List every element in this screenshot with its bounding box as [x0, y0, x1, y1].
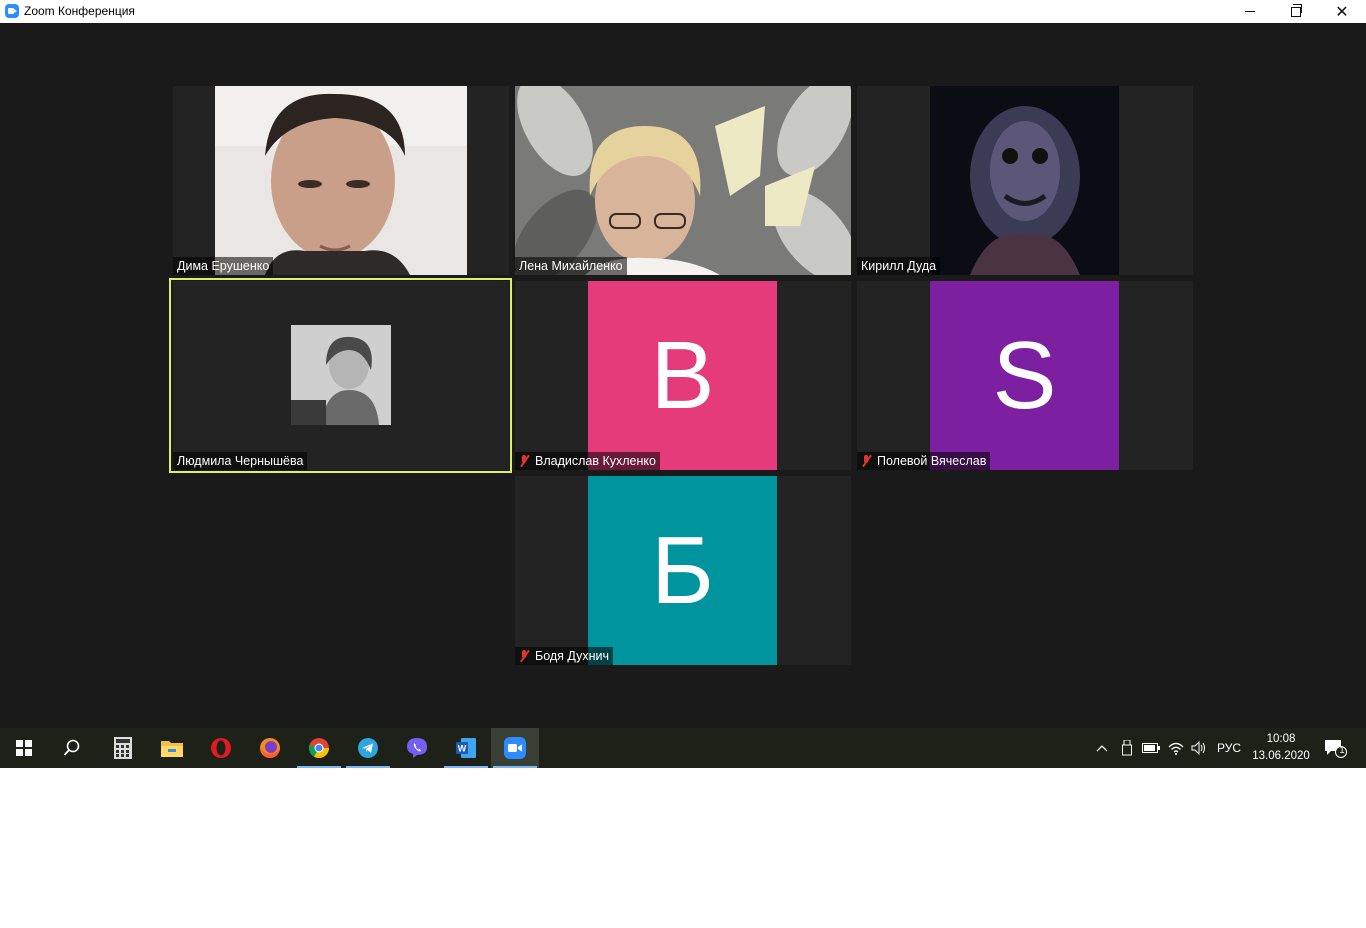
participant-tile[interactable]: Кирилл Дуда — [857, 86, 1193, 275]
participant-tile[interactable]: Людмила Чернышёва — [173, 281, 509, 470]
zoom-icon[interactable] — [491, 728, 539, 768]
title-bar: Zoom Конференция ✕ — [0, 0, 1366, 23]
participant-name: Бодя Духнич — [515, 647, 614, 665]
participant-name-text: Кирилл Дуда — [861, 259, 937, 273]
zoom-app-icon — [5, 4, 19, 18]
participant-profile-photo — [291, 325, 391, 425]
telegram-icon[interactable] — [344, 728, 392, 768]
file-explorer-icon[interactable] — [148, 728, 196, 768]
viber-icon[interactable] — [393, 728, 441, 768]
restore-icon — [1291, 3, 1302, 17]
minimize-icon — [1245, 11, 1255, 12]
participant-initial-avatar: Б — [588, 476, 777, 665]
taskbar: W РУС 10:08 13.06.2020 1 — [0, 728, 1366, 768]
word-icon[interactable]: W — [442, 728, 490, 768]
participant-name: Людмила Чернышёва — [173, 452, 308, 470]
notification-count: 1 — [1339, 745, 1345, 755]
chrome-icon[interactable] — [295, 728, 343, 768]
participant-initial-avatar: S — [930, 281, 1119, 470]
participant-name: Лена Михайленко — [515, 257, 627, 275]
participant-name: Дима Ерушенко — [173, 257, 274, 275]
participant-name-text: Дима Ерушенко — [177, 259, 270, 273]
participant-name: Владислав Кухленко — [515, 452, 660, 470]
clock-time: 10:08 — [1266, 733, 1296, 745]
participant-tile[interactable]: Дима Ерушенко — [173, 86, 509, 275]
usb-device-icon[interactable] — [1116, 728, 1138, 768]
participant-initial: Б — [651, 516, 714, 624]
clock-date: 13.06.2020 — [1252, 750, 1310, 762]
participant-avatar-image — [930, 86, 1119, 275]
clock[interactable]: 10:08 13.06.2020 — [1250, 731, 1312, 765]
volume-icon[interactable] — [1188, 728, 1210, 768]
mic-muted-icon — [519, 455, 529, 467]
minimize-button[interactable] — [1227, 0, 1273, 23]
participant-video — [215, 86, 467, 275]
participant-name-text: Людмила Чернышёва — [177, 454, 304, 468]
close-button[interactable]: ✕ — [1319, 0, 1365, 23]
participant-name-text: Бодя Духнич — [535, 649, 610, 663]
window-title: Zoom Конференция — [24, 4, 135, 18]
show-hidden-icons-icon[interactable] — [1092, 728, 1112, 768]
battery-icon[interactable] — [1140, 728, 1162, 768]
action-center-icon[interactable]: 1 — [1318, 728, 1352, 768]
language-label: РУС — [1216, 741, 1242, 755]
restore-button[interactable] — [1273, 0, 1319, 23]
participant-name: Кирилл Дуда — [857, 257, 941, 275]
mic-muted-icon — [519, 650, 529, 662]
opera-icon[interactable] — [197, 728, 245, 768]
participant-tile[interactable]: S Полевой Вячеслав — [857, 281, 1193, 470]
wifi-icon[interactable] — [1164, 728, 1188, 768]
participant-name-text: Полевой Вячеслав — [877, 454, 987, 468]
gallery-view: Дима Ерушенко Лена Михайленко Кирилл Дуд… — [0, 23, 1366, 728]
participant-video — [515, 86, 851, 275]
participant-name-text: Владислав Кухленко — [535, 454, 656, 468]
participant-tile[interactable]: Лена Михайленко — [515, 86, 851, 275]
empty-area — [0, 768, 1366, 928]
participant-name: Полевой Вячеслав — [857, 452, 991, 470]
firefox-icon[interactable] — [246, 728, 294, 768]
language-indicator[interactable]: РУС — [1212, 728, 1246, 768]
mic-muted-icon — [861, 455, 871, 467]
search-icon[interactable] — [48, 728, 96, 768]
calculator-icon[interactable] — [99, 728, 147, 768]
participant-name-text: Лена Михайленко — [519, 259, 623, 273]
windows-start-icon[interactable] — [0, 728, 48, 768]
participant-tile[interactable]: Б Бодя Духнич — [515, 476, 851, 665]
participant-initial-avatar: В — [588, 281, 777, 470]
participant-initial: S — [992, 321, 1057, 429]
participant-initial: В — [650, 321, 715, 429]
svg-text:W: W — [458, 744, 467, 754]
participant-tile[interactable]: В Владислав Кухленко — [515, 281, 851, 470]
